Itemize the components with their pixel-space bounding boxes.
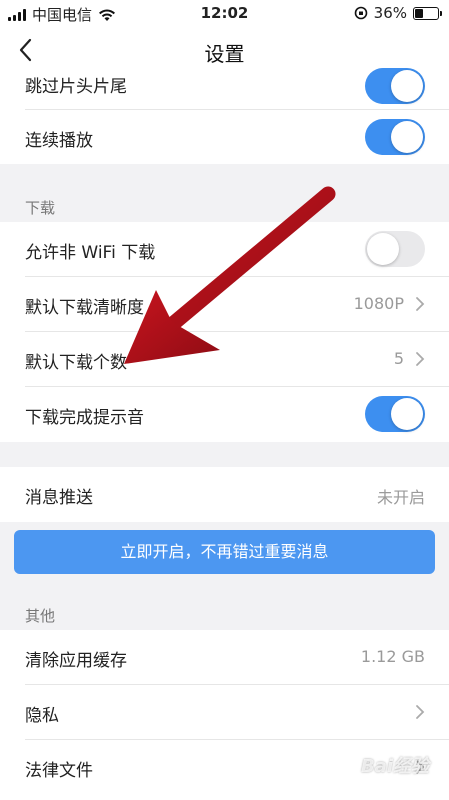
orientation-lock-icon (354, 6, 367, 20)
enable-notifications-button[interactable]: 立即开启，不再错过重要消息 (14, 530, 435, 574)
setting-row-count[interactable]: 默认下载个数 5 (0, 332, 449, 387)
setting-value: 5 (393, 349, 404, 368)
toggle-knob (367, 233, 399, 265)
setting-label: 连续播放 (25, 131, 93, 151)
toggle-knob (391, 121, 423, 153)
non-wifi-toggle[interactable] (365, 231, 425, 267)
setting-value: 1.12 GB (360, 647, 425, 666)
setting-row-push[interactable]: 消息推送 未开启 (0, 467, 449, 522)
skip-intro-toggle[interactable] (365, 68, 425, 104)
setting-label: 跳过片头片尾 (25, 77, 127, 97)
setting-row-complete-sound[interactable]: 下载完成提示音 (0, 387, 449, 442)
setting-label: 清除应用缓存 (25, 651, 127, 671)
chevron-right-icon (416, 352, 425, 366)
setting-label: 隐私 (25, 706, 59, 726)
chevron-right-icon (416, 297, 425, 311)
chevron-right-icon (416, 705, 425, 719)
section-header-other: 其他 (25, 607, 56, 625)
setting-label: 法律文件 (25, 761, 93, 781)
toggle-knob (391, 398, 423, 430)
setting-label: 下载完成提示音 (25, 408, 144, 428)
battery-percent: 36% (373, 4, 407, 22)
continuous-play-toggle[interactable] (365, 119, 425, 155)
setting-label: 允许非 WiFi 下载 (25, 243, 156, 263)
setting-label: 消息推送 (25, 488, 93, 508)
setting-row-non-wifi[interactable]: 允许非 WiFi 下载 (0, 222, 449, 277)
setting-row-clear-cache[interactable]: 清除应用缓存 1.12 GB (0, 630, 449, 685)
setting-value: 1080P (353, 294, 404, 313)
setting-value: 未开启 (376, 488, 425, 507)
battery-fill (415, 8, 423, 18)
setting-row-privacy[interactable]: 隐私 (0, 685, 449, 740)
complete-sound-toggle[interactable] (365, 396, 425, 432)
setting-row-quality[interactable]: 默认下载清晰度 1080P (0, 277, 449, 332)
watermark: Bai经验 (360, 756, 429, 777)
section-header-download: 下载 (25, 199, 56, 217)
nav-bar: 设置 (0, 26, 449, 74)
setting-row-skip-intro[interactable]: 跳过片头片尾 (0, 68, 449, 110)
toggle-knob (391, 70, 423, 102)
setting-row-continuous-play[interactable]: 连续播放 (0, 110, 449, 164)
status-bar: 中国电信 12:02 36% (0, 0, 449, 26)
setting-label: 默认下载个数 (25, 353, 127, 373)
setting-label: 默认下载清晰度 (25, 298, 144, 318)
status-right: 36% (354, 4, 442, 22)
battery-icon (413, 6, 442, 20)
page-title: 设置 (204, 42, 245, 66)
